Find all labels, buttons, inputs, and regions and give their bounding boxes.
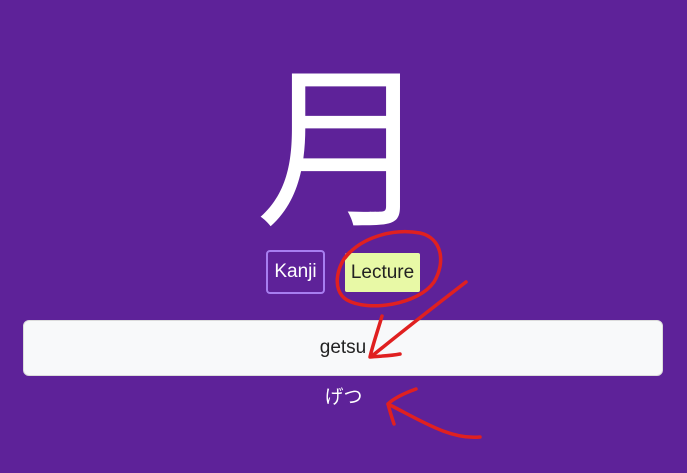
flashcard-stage: 月 Kanji Lecture げつ (0, 0, 687, 473)
reading-text: げつ (324, 386, 363, 408)
kanji-button[interactable]: Kanji (266, 250, 325, 294)
kanji-character: 月 (255, 49, 432, 254)
answer-input[interactable] (23, 320, 663, 376)
lecture-button[interactable]: Lecture (345, 253, 420, 292)
